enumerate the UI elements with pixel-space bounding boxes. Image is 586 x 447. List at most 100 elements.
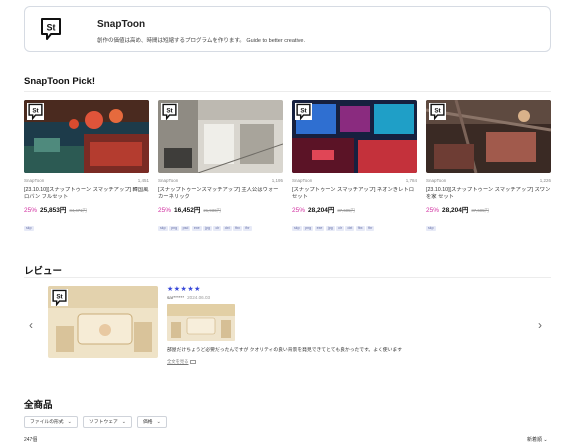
snaptoon-badge-icon: St [27, 103, 44, 120]
review-text: 部屋だけちょうど必要だったんですが クオリティの良い背景を発見できてとても良かっ… [167, 348, 402, 353]
svg-text:St: St [56, 294, 63, 301]
shop-name: SnapToon [97, 19, 146, 30]
product-current-price: 28,204円 [442, 207, 469, 214]
file-format-tag: jpg [325, 226, 335, 231]
reviews-section-title: レビュー [24, 266, 63, 277]
review-product-image[interactable]: St [48, 286, 158, 358]
product-card[interactable]: St SnapToon 1,195 [スナップトゥーンスマッチアップ] 主人公は… [158, 100, 283, 231]
review-rating-stars: ★★★★★ [167, 286, 201, 293]
product-price: 25% 28,204円 37,605円 [426, 204, 551, 214]
product-original-price: 34,471円 [69, 208, 87, 213]
pick-divider [24, 91, 551, 92]
product-store: SnapToon [158, 178, 179, 183]
file-format-tag: fbx [355, 226, 365, 231]
snaptoon-badge-icon: St [295, 103, 312, 120]
filter-label: ファイルの形式 [30, 420, 64, 425]
product-card[interactable]: St SnapToon 1,226 [23.10.10][スナップトゥーン スマ… [426, 100, 551, 231]
product-card[interactable]: St SnapToon 1,451 [23.10.10][スナップトゥーン スマ… [24, 100, 149, 231]
filter-file-format[interactable]: ファイルの形式 ⌄ [24, 416, 78, 428]
file-format-tag: exe [314, 226, 325, 231]
product-discount: 25% [426, 207, 440, 214]
chevron-right-icon[interactable]: › [538, 318, 542, 332]
file-format-tag: dxt [345, 226, 355, 231]
product-price: 25% 28,204円 37,605円 [292, 204, 417, 214]
file-format-tag: exe [191, 226, 202, 231]
product-tags: skp [24, 216, 149, 231]
svg-text:St: St [47, 23, 56, 33]
file-format-tag: png [169, 226, 180, 231]
filter-software[interactable]: ソフトウェア ⌄ [83, 416, 132, 428]
product-current-price: 25,853円 [40, 207, 67, 214]
product-current-price: 28,204円 [308, 207, 335, 214]
image-icon [190, 359, 197, 364]
product-discount: 25% [158, 207, 172, 214]
reviewer-name: sar****** [167, 295, 185, 300]
chevron-down-icon: ⌄ [156, 419, 161, 425]
sort-label: 新着順 [527, 437, 543, 443]
filter-label: ソフトウェア [89, 420, 118, 425]
sort-dropdown[interactable]: 新着順 ⌄ [527, 436, 548, 443]
file-format-tag: png [303, 226, 314, 231]
product-price: 25% 25,853円 34,471円 [24, 204, 149, 214]
product-discount: 25% [24, 207, 38, 214]
filter-label: 価格 [143, 420, 153, 425]
product-likes: 1,451 [137, 178, 149, 183]
all-products-title: 全商品 [24, 400, 53, 411]
product-thumbnail[interactable]: St [426, 100, 551, 173]
chevron-down-icon: ⌄ [121, 419, 126, 425]
product-likes: 1,226 [539, 178, 551, 183]
svg-text:St: St [434, 108, 441, 115]
review-read-more-label[interactable]: 全文を見る [167, 359, 188, 364]
product-original-price: 21,936円 [203, 208, 221, 213]
file-format-tag: psd [180, 226, 191, 231]
review-date: 2024.06.03 [187, 295, 211, 300]
product-card[interactable]: St SnapToon 1,784 [スナップトゥーン スマッチアップ] ネオン… [292, 100, 417, 231]
product-tags: skp [426, 216, 551, 231]
svg-text:St: St [166, 108, 173, 115]
file-format-tag: fbr [243, 226, 252, 231]
product-tags: skp png exe jpg clr dxt fbx fbr [292, 216, 417, 231]
product-current-price: 16,452円 [174, 207, 201, 214]
product-discount: 25% [292, 207, 306, 214]
svg-text:St: St [32, 108, 39, 115]
file-format-tag: jpg [203, 226, 212, 231]
svg-text:St: St [300, 108, 307, 115]
shop-header-card: St SnapToon 創作の価値は高め、時間は短縮するプログラムを作ります。 … [24, 6, 551, 52]
product-store: SnapToon [292, 178, 313, 183]
product-original-price: 37,605円 [471, 208, 489, 213]
product-title[interactable]: [23.10.10][スナップトゥーン スマッチアップ] 韓国風ロバン フルセッ… [24, 187, 149, 201]
product-thumbnail[interactable]: St [292, 100, 417, 173]
product-thumbnail[interactable]: St [24, 100, 149, 173]
product-store: SnapToon [426, 178, 447, 183]
filter-price[interactable]: 価格 ⌄ [137, 416, 167, 428]
product-title[interactable]: [スナップトゥーン スマッチアップ] ネオンきレトロセット [292, 187, 417, 201]
pick-section-title: SnapToon Pick! [24, 76, 96, 87]
snaptoon-badge-icon: St [429, 103, 446, 120]
review-read-more-link[interactable]: 全文を見る [167, 359, 197, 365]
file-format-tag: skp [426, 226, 436, 231]
review-meta: sar****** 2024.06.03 [167, 295, 210, 300]
product-tags: skp png psd exe jpg clr dxt fbx fbr [158, 216, 283, 231]
pick-product-list: St SnapToon 1,451 [23.10.10][スナップトゥーン スマ… [24, 100, 564, 231]
file-format-tag: clr [213, 226, 222, 231]
product-likes: 1,195 [271, 178, 283, 183]
chevron-down-icon: ⌄ [543, 437, 548, 443]
product-likes: 1,784 [405, 178, 417, 183]
product-title[interactable]: [23.10.10][スナップトゥーン スマッチアップ] スワンを家 セット [426, 187, 551, 201]
product-store: SnapToon [24, 178, 45, 183]
chevron-left-icon[interactable]: ‹ [29, 318, 33, 332]
snaptoon-logo-icon[interactable]: St [39, 17, 63, 41]
file-format-tag: fbx [233, 226, 242, 231]
reviews-divider [24, 277, 551, 278]
product-original-price: 37,605円 [337, 208, 355, 213]
chevron-down-icon: ⌄ [67, 419, 72, 425]
file-format-tag: fbr [366, 226, 375, 231]
snaptoon-badge-icon: St [161, 103, 178, 120]
product-price: 25% 16,452円 21,936円 [158, 204, 283, 214]
file-format-tag: clr [336, 226, 344, 231]
review-photo[interactable] [167, 304, 235, 341]
product-title[interactable]: [スナップトゥーンスマッチアップ] 主人公はウォーカーネリック [158, 187, 283, 201]
product-thumbnail[interactable]: St [158, 100, 283, 173]
product-count: 247個 [24, 437, 38, 443]
file-format-tag: dxt [222, 226, 232, 231]
